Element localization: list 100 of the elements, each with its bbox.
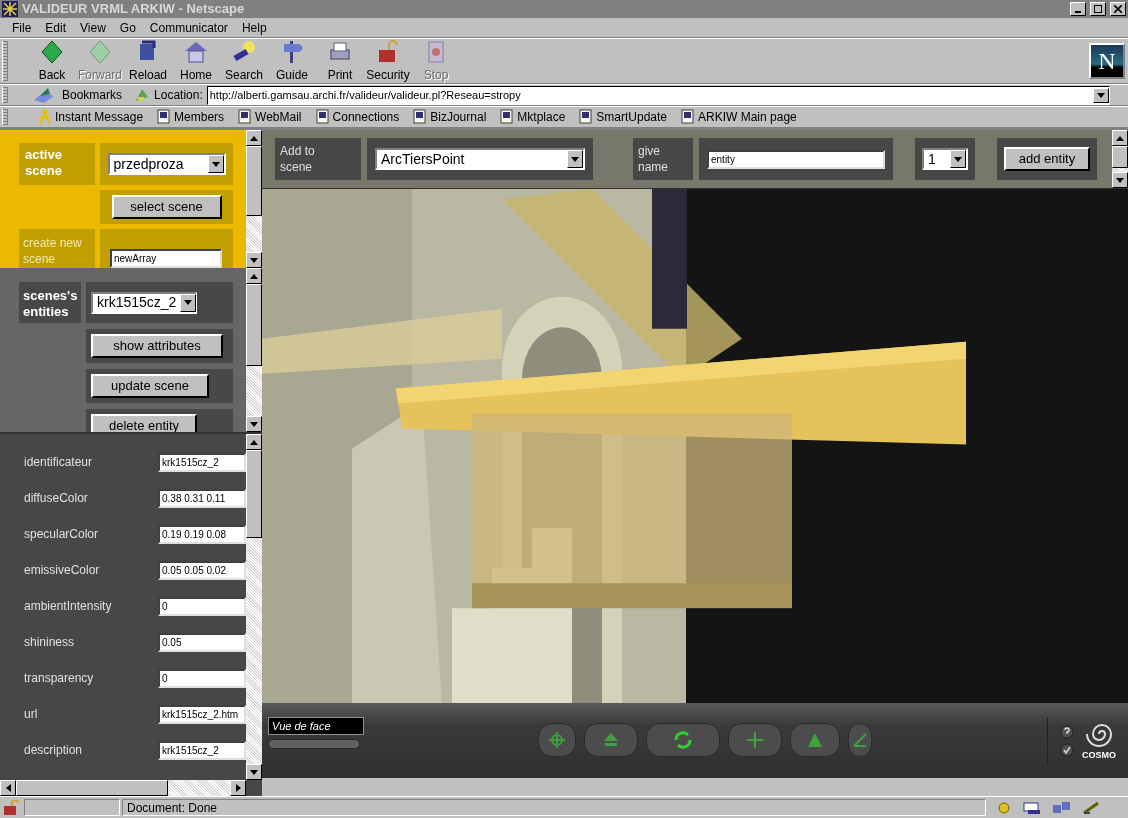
location-field[interactable]: http://alberti.gamsau.archi.fr/valideur/valideur.pl?Reseau=stropy [206, 85, 1110, 105]
down-arrow-icon [1116, 177, 1124, 183]
seek-button[interactable] [538, 723, 577, 757]
down-arrow-icon [250, 257, 258, 263]
attribute-label: ambientIntensity [24, 598, 113, 615]
viewpoint-switcher[interactable] [268, 739, 360, 749]
toolbar-grip[interactable] [2, 109, 8, 125]
scrollbar[interactable] [1112, 130, 1128, 188]
menu-item[interactable]: View [80, 18, 106, 37]
checkmark-icon[interactable] [1060, 743, 1074, 757]
create-scene-label: create new scene [23, 235, 83, 267]
location-label: Location: [154, 87, 203, 104]
document-icon [681, 109, 696, 125]
maximize-button[interactable] [1090, 2, 1106, 16]
triangle-icon [807, 732, 824, 748]
entity-select[interactable]: krk1515cz_2 [91, 291, 197, 314]
personal-toolbar-link[interactable]: SmartUpdate [579, 108, 668, 126]
attribute-field[interactable]: krk1515cz_2 [158, 740, 246, 760]
add-entity-button[interactable]: add entity [1004, 147, 1090, 171]
attribute-label: transparency [24, 670, 95, 687]
person-icon [38, 109, 52, 125]
move-button[interactable] [728, 723, 783, 757]
mail-icon[interactable] [1022, 800, 1042, 815]
scrollbar[interactable] [246, 268, 262, 432]
attribute-field[interactable]: 0 [158, 668, 246, 688]
attribute-label: shininess [24, 634, 76, 651]
down-arrow-icon [250, 769, 258, 775]
attribute-field[interactable]: 0.38 0.31 0.11 [158, 488, 246, 508]
pan-button[interactable] [584, 723, 639, 757]
up-arrow-icon [250, 135, 258, 141]
attribute-label: identificateur [24, 454, 94, 471]
toolbar-grip[interactable] [2, 87, 8, 103]
scrollbar[interactable] [246, 130, 262, 268]
entity-type-select[interactable]: ArcTiersPoint [375, 148, 585, 170]
right-arrow-icon [235, 784, 241, 792]
menu-item[interactable]: File [12, 18, 32, 37]
discussion-icon[interactable] [1052, 800, 1072, 815]
tilt-button[interactable] [790, 723, 841, 757]
toolbar-button[interactable]: Print [316, 38, 364, 84]
attribute-field[interactable]: 0.05 0.05 0.02 [158, 560, 246, 580]
toolbar-grip[interactable] [2, 41, 8, 81]
personal-toolbar-link[interactable]: Connections [315, 108, 400, 126]
menu-item[interactable]: Go [119, 18, 136, 37]
close-button[interactable] [1110, 2, 1126, 16]
active-scene-label: active scene [25, 147, 63, 179]
help-icon[interactable] [1060, 725, 1074, 739]
up-arrow-icon [250, 273, 258, 279]
select-scene-button[interactable]: select scene [111, 195, 222, 219]
entity-action-button[interactable]: update scene [91, 374, 209, 398]
caret-icon [954, 156, 962, 162]
personal-toolbar-link[interactable]: WebMail [238, 108, 302, 126]
toolbar-button[interactable]: Security [364, 38, 412, 84]
personal-toolbar-link[interactable]: ARKIW Main page [681, 108, 797, 126]
scene-name-field[interactable]: newArray [110, 249, 222, 268]
menu-item[interactable]: Edit [45, 18, 67, 37]
document-icon [315, 109, 330, 125]
toolbar-button[interactable]: Reload [124, 38, 172, 84]
toolbar-button[interactable]: Search [220, 38, 268, 84]
document-icon [238, 109, 253, 125]
up-arrow-icon [602, 731, 621, 749]
scene-select[interactable]: przedproza [107, 153, 226, 175]
toolbar-button[interactable]: Guide [268, 38, 316, 84]
attribute-field[interactable]: 0 [158, 596, 246, 616]
add-to-scene-label: Add to scene [280, 143, 316, 175]
attribute-label: diffuseColor [24, 490, 89, 507]
document-icon [579, 109, 594, 125]
page-proxy-icon [134, 87, 151, 103]
personal-toolbar-link[interactable]: BizJournal [413, 108, 487, 126]
viewpoint-field[interactable]: Vue de face [268, 717, 364, 735]
cosmo-brand: COSMO [1082, 749, 1116, 763]
up-arrow-icon [250, 439, 258, 445]
scrollbar[interactable] [246, 434, 262, 780]
horizontal-scrollbar[interactable] [0, 780, 246, 796]
bookmarks-menu[interactable]: Bookmarks [62, 86, 123, 104]
rotate-button[interactable] [646, 723, 721, 757]
left-arrow-icon [5, 784, 11, 792]
toolbar-button[interactable]: Home [172, 38, 220, 84]
attribute-field[interactable]: 0.05 [158, 632, 246, 652]
count-select[interactable]: 1 [922, 148, 968, 170]
up-arrow-icon [1116, 135, 1124, 141]
attribute-field[interactable]: krk1515cz_2.htm [158, 704, 246, 724]
personal-toolbar-link[interactable]: Mktplace [500, 108, 566, 126]
menu-item[interactable]: Communicator [149, 18, 228, 37]
attribute-field[interactable]: 0.19 0.19 0.08 [158, 524, 246, 544]
toolbar-button[interactable]: Back [28, 38, 76, 84]
edit-button[interactable] [848, 723, 873, 757]
entity-action-button[interactable]: show attributes [91, 334, 223, 358]
minimize-button[interactable] [1070, 2, 1086, 16]
padlock-icon [2, 799, 22, 816]
close-icon [1114, 5, 1122, 13]
document-icon [500, 109, 515, 125]
menu-item[interactable]: Help [241, 18, 267, 37]
document-icon [413, 109, 428, 125]
app-icon [2, 1, 18, 17]
give-name-label: give name [638, 143, 670, 175]
personal-toolbar-link[interactable]: Members [157, 108, 225, 126]
window-title: VALIDEUR VRML ARKIW - Netscape [22, 0, 246, 19]
personal-toolbar-link[interactable]: Instant Message [38, 108, 144, 126]
attribute-field[interactable]: krk1515cz_2 [158, 452, 246, 472]
entity-name-field[interactable]: entity [707, 149, 885, 169]
